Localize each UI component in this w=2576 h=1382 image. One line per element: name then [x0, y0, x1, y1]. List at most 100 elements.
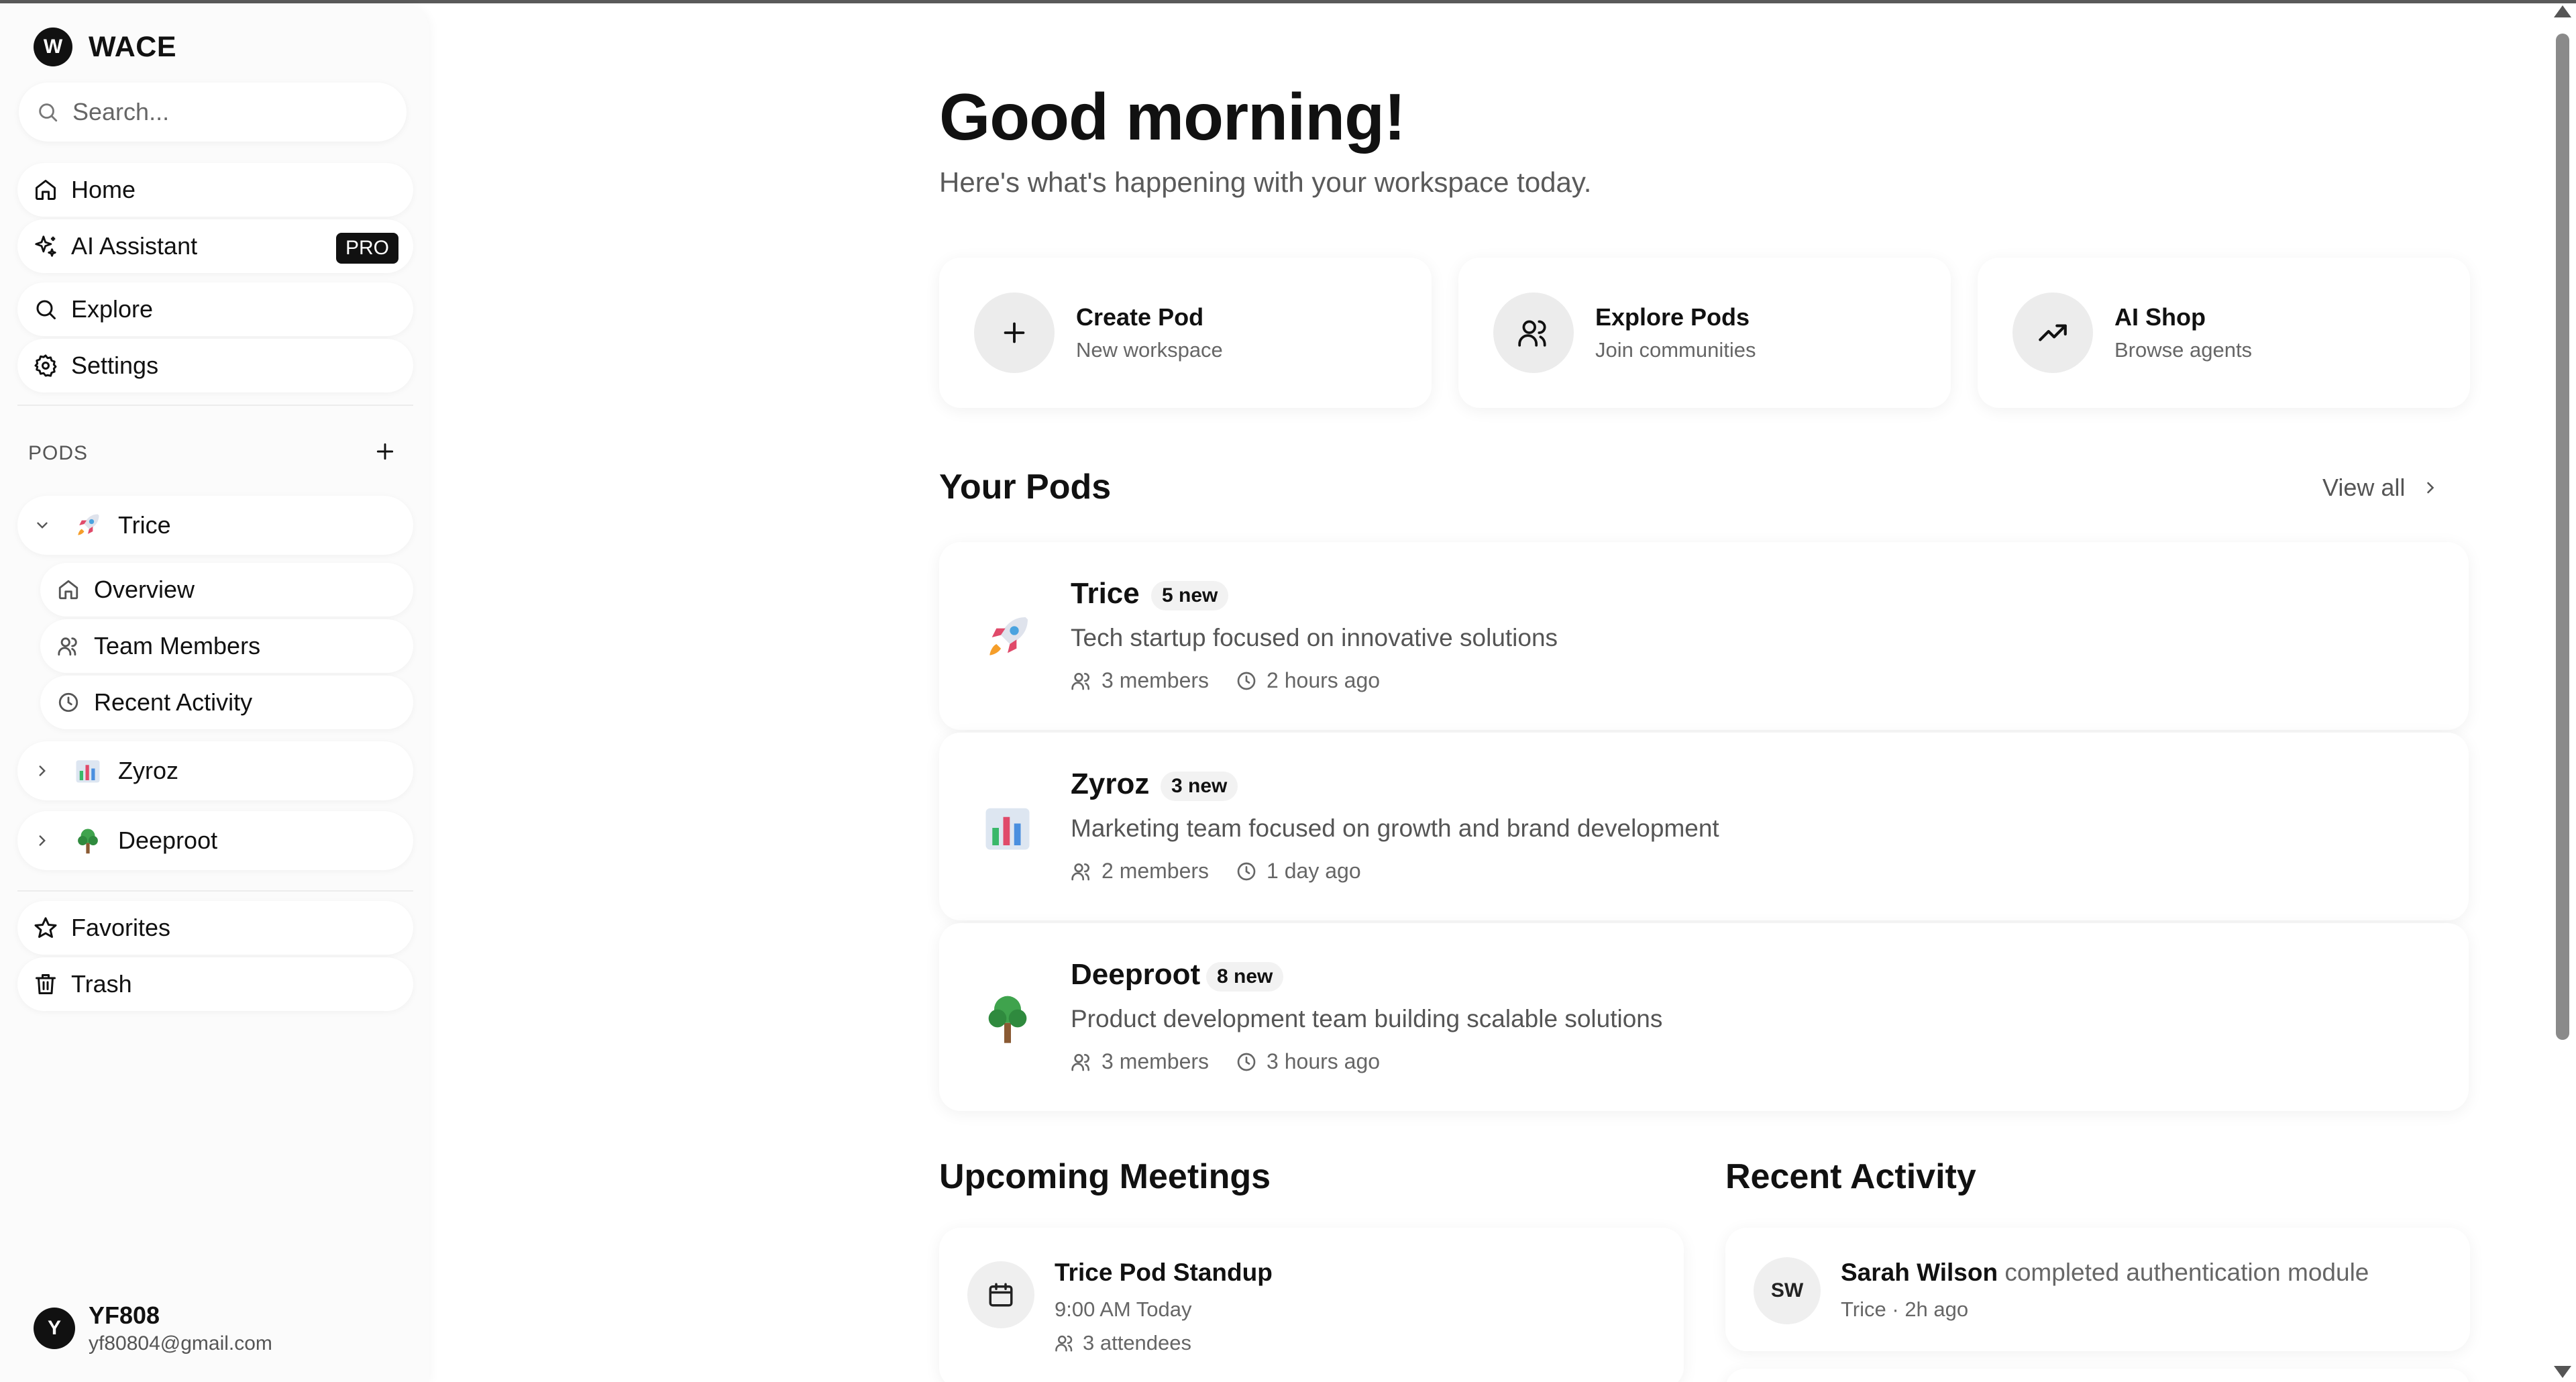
brand-logo: W	[34, 28, 72, 66]
nav-item-ai-assistant[interactable]: AI Assistant PRO	[17, 219, 413, 273]
add-pod-button[interactable]	[372, 438, 398, 465]
attendees-count: 3 attendees	[1083, 1331, 1192, 1354]
users-icon	[1071, 1053, 1089, 1071]
nav-item-favorites[interactable]: Favorites	[17, 901, 413, 955]
chevron-down-icon[interactable]	[31, 514, 54, 537]
pro-badge: PRO	[335, 233, 398, 264]
your-pods-title: Your Pods	[939, 468, 1112, 507]
calendar-icon	[967, 1261, 1034, 1328]
pod-card-deeproot[interactable]: Deeproot 8 new Product development team …	[939, 923, 2469, 1111]
pod-name: Trice	[1071, 577, 1140, 610]
meta-separator: ·	[1886, 1297, 1905, 1321]
search-box[interactable]	[19, 83, 407, 142]
create-pod-card[interactable]: Create Pod New workspace	[939, 258, 1432, 408]
page-subtitle: Here's what's happening with your worksp…	[939, 166, 1592, 198]
trash-icon	[31, 969, 60, 999]
nav-item-settings[interactable]: Settings	[17, 339, 413, 392]
sidebar-subitem-recent-activity[interactable]: Recent Activity	[40, 676, 413, 729]
nav-item-home[interactable]: Home	[17, 163, 413, 217]
avatar: SW	[1754, 1257, 1821, 1324]
action-title: Create Pod	[1076, 303, 1204, 331]
pod-description: Product development team building scalab…	[1071, 1005, 1663, 1032]
nav-label-home: Home	[71, 176, 136, 203]
plus-icon	[974, 293, 1055, 373]
ai-shop-card[interactable]: AI Shop Browse agents	[1978, 258, 2470, 408]
gear-icon	[31, 351, 60, 380]
home-icon	[31, 175, 60, 205]
subitem-label: Recent Activity	[94, 688, 253, 716]
chevron-right-icon[interactable]	[31, 759, 54, 782]
users-icon	[1071, 672, 1089, 690]
sidebar-pod-label: Trice	[118, 511, 171, 539]
scrollbar-thumb[interactable]	[2556, 34, 2569, 1040]
brand[interactable]: W WACE	[34, 27, 176, 67]
sparkle-icon	[31, 231, 60, 261]
sidebar-divider	[17, 405, 413, 406]
star-icon	[31, 913, 60, 943]
user-profile[interactable]: Y YF808 yf80804@gmail.com	[34, 1301, 272, 1355]
nav-label-ai-assistant: AI Assistant	[71, 232, 198, 260]
activity-text: Sarah Wilson completed authentication mo…	[1841, 1259, 2369, 1287]
new-count-badge: 5 new	[1151, 581, 1229, 610]
pod-meta: 3 members 3 hours ago	[1071, 1049, 1407, 1074]
rocket-icon	[979, 609, 1036, 666]
app-root: W WACE Home AI Assistant PRO Explore	[0, 0, 2576, 1382]
pod-name: Deeproot	[1071, 958, 1201, 991]
nav-label-explore: Explore	[71, 295, 154, 323]
activity-pod: Trice	[1841, 1297, 1886, 1321]
meeting-card[interactable]: Trice Pod Standup 9:00 AM Today 3 attend…	[939, 1228, 1684, 1382]
sidebar: W WACE Home AI Assistant PRO Explore	[0, 3, 429, 1382]
nav-label-trash: Trash	[71, 970, 132, 998]
activity-card[interactable]: SW Sarah Wilson completed authentication…	[1725, 1228, 2470, 1351]
new-count-badge: 3 new	[1161, 772, 1238, 801]
brand-name: WACE	[89, 30, 176, 63]
search-icon	[39, 103, 58, 122]
view-all-link[interactable]: View all	[2322, 474, 2440, 502]
action-title: Explore Pods	[1595, 303, 1750, 331]
users-icon	[55, 633, 82, 659]
new-count-badge: 8 new	[1206, 962, 1284, 992]
chevron-right-icon[interactable]	[31, 829, 54, 852]
meeting-title: Trice Pod Standup	[1055, 1259, 1273, 1286]
pod-description: Marketing team focused on growth and bra…	[1071, 814, 1719, 842]
upcoming-meetings-title: Upcoming Meetings	[939, 1157, 1271, 1196]
pod-members: 3 members	[1102, 668, 1210, 692]
meeting-attendees: 3 attendees	[1055, 1331, 1191, 1355]
scroll-up-arrow-icon[interactable]	[2554, 5, 2571, 17]
pod-updated: 2 hours ago	[1267, 668, 1381, 692]
users-icon	[1055, 1335, 1073, 1352]
scroll-down-arrow-icon[interactable]	[2554, 1366, 2571, 1378]
search-input[interactable]	[72, 98, 374, 126]
sidebar-pod-deeproot[interactable]: Deeproot	[17, 811, 413, 870]
plus-icon	[376, 443, 394, 460]
nav-item-trash[interactable]: Trash	[17, 957, 413, 1011]
home-icon	[55, 576, 82, 603]
avatar: Y	[34, 1308, 75, 1349]
explore-pods-card[interactable]: Explore Pods Join communities	[1458, 258, 1951, 408]
activity-card-partial[interactable]	[1725, 1369, 2470, 1382]
chevron-right-icon	[2427, 482, 2434, 494]
users-icon	[1071, 863, 1089, 880]
recent-activity-title: Recent Activity	[1725, 1157, 1976, 1196]
search-icon	[31, 295, 60, 324]
sidebar-pod-zyroz[interactable]: Zyroz	[17, 741, 413, 800]
users-icon	[1493, 293, 1574, 373]
pod-card-zyroz[interactable]: Zyroz 3 new Marketing team focused on gr…	[939, 733, 2469, 920]
subitem-label: Team Members	[94, 632, 261, 659]
pod-meta: 2 members 1 day ago	[1071, 859, 1388, 884]
activity-actor: Sarah Wilson	[1841, 1259, 1998, 1286]
sidebar-subitem-team-members[interactable]: Team Members	[40, 619, 413, 673]
pod-name: Zyroz	[1071, 767, 1150, 800]
sidebar-subitem-overview[interactable]: Overview	[40, 563, 413, 617]
activity-meta: Trice · 2h ago	[1841, 1297, 1968, 1322]
pod-card-trice[interactable]: Trice 5 new Tech startup focused on inno…	[939, 542, 2469, 730]
view-all-label: View all	[2322, 474, 2406, 501]
user-email: yf80804@gmail.com	[89, 1332, 272, 1354]
action-title: AI Shop	[2114, 303, 2206, 331]
nav-item-explore[interactable]: Explore	[17, 282, 413, 336]
meeting-time: 9:00 AM Today	[1055, 1297, 1192, 1321]
sidebar-pod-trice[interactable]: Trice	[17, 496, 413, 555]
activity-action: completed authentication module	[1998, 1259, 2369, 1286]
page-title: Good morning!	[939, 80, 1406, 154]
action-subtitle: Join communities	[1595, 338, 1756, 362]
